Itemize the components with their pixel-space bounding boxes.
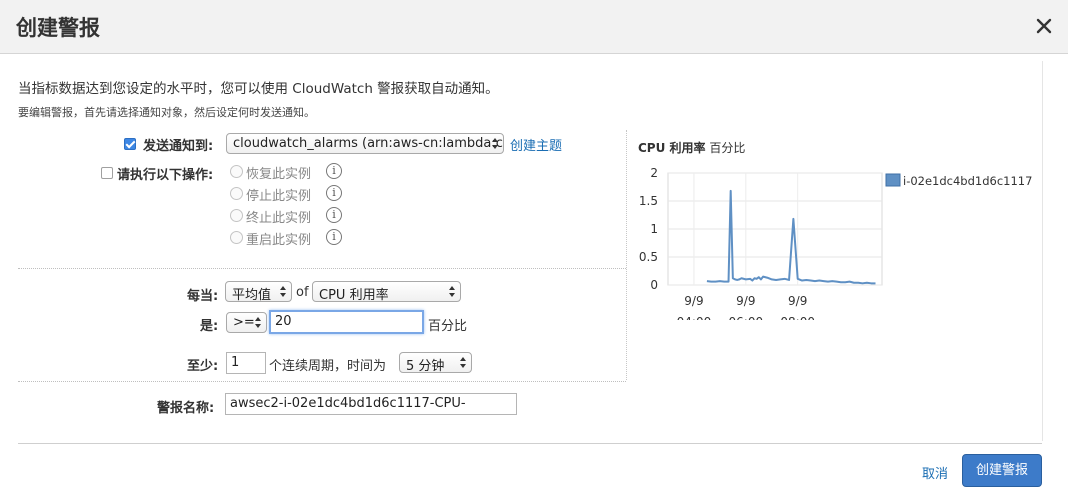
dialog-body: 当指标数据达到您设定的水平时，您可以使用 CloudWatch 警报获取自动通知…	[0, 55, 1068, 498]
period-value: 5 分钟	[406, 359, 445, 373]
column-divider	[626, 130, 627, 380]
operator-select[interactable]: >=	[226, 312, 267, 333]
send-notification-checkbox[interactable]	[124, 138, 136, 150]
x-tick-date: 9/9	[788, 294, 807, 308]
select-arrows-icon	[460, 357, 466, 368]
is-label: 是:	[200, 319, 219, 334]
cancel-button[interactable]: 取消	[922, 463, 948, 482]
y-tick-label: 1	[650, 222, 658, 236]
radio-reboot-instance[interactable]	[230, 231, 243, 244]
x-tick-time: 08:00	[780, 315, 815, 320]
metric-select[interactable]: CPU 利用率	[312, 281, 461, 302]
radio-recover-instance[interactable]	[230, 165, 243, 178]
y-tick-label: 1.5	[639, 194, 658, 208]
take-action-label: 请执行以下操作:	[117, 168, 214, 183]
close-icon[interactable]	[1032, 14, 1056, 38]
select-arrows-icon	[492, 138, 498, 149]
info-icon[interactable]: i	[326, 229, 342, 245]
y-tick-label: 0.5	[639, 250, 658, 264]
radio-stop-label: 停止此实例	[246, 189, 312, 204]
select-arrows-icon	[280, 286, 286, 297]
info-icon[interactable]: i	[326, 207, 342, 223]
radio-stop-instance[interactable]	[230, 187, 243, 200]
periods-input[interactable]: 1	[226, 352, 266, 374]
of-label: of	[296, 285, 309, 300]
radio-terminate-label: 终止此实例	[246, 211, 312, 226]
x-tick-date: 9/9	[736, 294, 755, 308]
operator-value: >=	[233, 315, 255, 330]
select-arrows-icon	[449, 286, 455, 297]
notification-target-select[interactable]: cloudwatch_alarms (arn:aws-cn:lambda:c	[226, 133, 504, 154]
cpu-utilization-chart: 2 1.5 1 0.5 0 9/9 04:00 9/9 06:00 9/9 08:00 i-02e1…	[639, 166, 1033, 320]
chart-title-unit: 百分比	[709, 141, 746, 155]
send-notification-label: 发送通知到:	[143, 139, 214, 154]
subintro-text: 要编辑警报，首先请选择通知对象，然后设定何时发送通知。	[18, 106, 315, 119]
alarm-name-input[interactable]: awsec2-i-02e1dc4bd1d6c1117-CPU-	[225, 393, 517, 415]
dialog-header: 创建警报	[0, 0, 1068, 54]
scrollbar[interactable]	[1042, 61, 1058, 441]
radio-reboot-label: 重启此实例	[246, 233, 312, 248]
section-divider	[18, 381, 626, 382]
alarm-name-label: 警报名称:	[157, 401, 215, 416]
period-select[interactable]: 5 分钟	[399, 352, 472, 373]
create-alarm-button[interactable]: 创建警报	[962, 454, 1042, 487]
x-tick-time: 04:00	[677, 315, 712, 320]
y-tick-label: 2	[650, 166, 658, 180]
notification-target-value: cloudwatch_alarms (arn:aws-cn:lambda:c	[233, 136, 503, 151]
threshold-input[interactable]: 20	[269, 310, 424, 334]
take-action-checkbox[interactable]	[101, 167, 113, 179]
select-arrows-icon	[255, 317, 261, 328]
unit-label: 百分比	[428, 319, 468, 334]
x-tick-date: 9/9	[684, 294, 703, 308]
info-icon[interactable]: i	[326, 185, 342, 201]
create-topic-link[interactable]: 创建主题	[510, 135, 562, 154]
chart-title-metric: CPU 利用率	[638, 141, 706, 155]
section-divider	[18, 268, 626, 269]
y-tick-label: 0	[650, 278, 658, 292]
radio-terminate-instance[interactable]	[230, 209, 243, 222]
metric-value: CPU 利用率	[319, 288, 389, 302]
statistic-value: 平均值	[232, 288, 272, 302]
intro-text: 当指标数据达到您设定的水平时，您可以使用 CloudWatch 警报获取自动通知…	[18, 81, 499, 97]
at-least-label: 至少:	[187, 359, 219, 374]
legend-label: i-02e1dc4bd1d6c1117	[903, 174, 1032, 188]
info-icon[interactable]: i	[326, 163, 342, 179]
x-tick-time: 06:00	[729, 315, 764, 320]
series-line	[706, 189, 876, 285]
whenever-label: 每当:	[187, 289, 219, 304]
dialog-title: 创建警报	[16, 16, 100, 40]
legend-swatch	[885, 173, 901, 187]
statistic-select[interactable]: 平均值	[225, 281, 292, 302]
radio-recover-label: 恢复此实例	[246, 167, 312, 182]
chart-title: CPU 利用率 百分比	[638, 139, 745, 156]
consecutive-periods-label: 个连续周期，时间为	[269, 359, 387, 374]
footer-divider	[18, 443, 1042, 444]
